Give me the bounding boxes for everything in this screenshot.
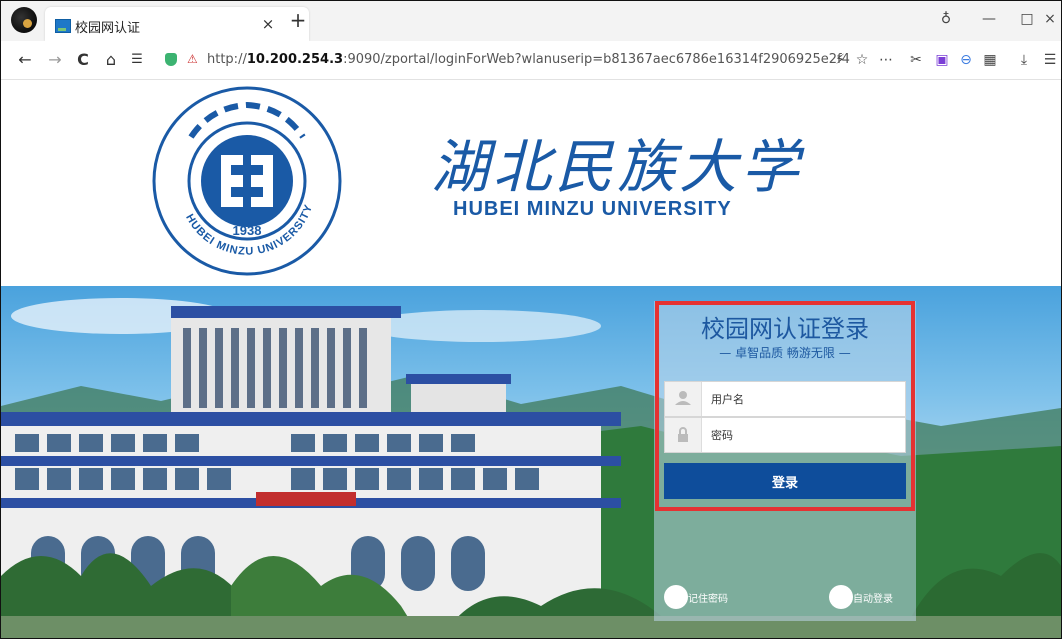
close-window-button[interactable]: × <box>1039 5 1061 33</box>
menu-dots-icon[interactable]: ⋯ <box>877 50 895 70</box>
forward-button[interactable]: → <box>45 50 65 70</box>
password-input[interactable] <box>709 426 893 446</box>
navigation-bar: ← → C ⌂ ☰ ⚠ http://10.200.254.3:9090/zpo… <box>1 41 1061 80</box>
auto-login-radio[interactable] <box>829 585 853 609</box>
reload-button[interactable]: C <box>73 50 93 70</box>
password-field[interactable] <box>664 417 906 453</box>
remember-password-radio[interactable] <box>664 585 688 609</box>
profile-avatar[interactable] <box>11 7 37 33</box>
new-tab-button[interactable]: + <box>287 9 309 31</box>
university-seal-logo: 1938 HUBEI MINZU UNIVERSITY <box>152 86 342 276</box>
insecure-icon[interactable]: ⚠ <box>187 52 198 66</box>
university-name-en: HUBEI MINZU UNIVERSITY <box>453 198 732 220</box>
translate-icon[interactable]: ⊖ <box>957 50 975 70</box>
remember-password-label: 记住密码 <box>688 594 728 605</box>
user-icon <box>665 382 702 416</box>
tab-close-button[interactable]: × <box>259 15 277 33</box>
login-button[interactable]: 登录 <box>664 463 906 499</box>
seal-year: 1938 <box>233 223 262 238</box>
minimize-button[interactable]: — <box>969 5 1009 33</box>
collections-icon[interactable]: ♁ <box>926 5 966 33</box>
auto-login-label: 自动登录 <box>853 594 893 605</box>
star-icon[interactable]: ☆ <box>853 50 871 70</box>
reading-mode-button[interactable]: ☰ <box>127 50 147 70</box>
username-field[interactable] <box>664 381 906 417</box>
site-header: 1938 HUBEI MINZU UNIVERSITY 湖北民族大学 HUBEI… <box>1 80 1061 286</box>
login-title: 校园网认证登录 <box>701 315 869 343</box>
apps-icon[interactable]: ▦ <box>981 50 999 70</box>
address-bar[interactable]: ⚠ http://10.200.254.3:9090/zportal/login… <box>159 47 899 73</box>
tab-title: 校园网认证 <box>75 21 141 36</box>
university-name-cn: 湖北民族大学 <box>431 133 804 201</box>
browser-menu-icon[interactable]: ☰ <box>1041 50 1059 70</box>
tab-active[interactable]: 校园网认证 × <box>45 7 309 41</box>
browser-window: 校园网认证 × + ♁ — □ × ← → C ⌂ ☰ ⚠ http://10.… <box>0 0 1062 639</box>
shield-icon[interactable] <box>165 53 177 66</box>
username-input[interactable] <box>709 390 893 410</box>
login-card: 校园网认证登录 — 卓智品质 畅游无限 — 登录 <box>654 301 916 621</box>
favicon-icon <box>55 19 71 33</box>
url-text[interactable]: http://10.200.254.3:9090/zportal/loginFo… <box>207 52 850 67</box>
download-icon[interactable]: ⤓ <box>1015 50 1033 70</box>
extension-icon[interactable]: ▣ <box>933 50 951 70</box>
scissors-icon[interactable]: ✂ <box>907 50 925 70</box>
back-button[interactable]: ← <box>15 50 35 70</box>
login-slogan: — 卓智品质 畅游无限 — <box>719 346 851 360</box>
tab-strip: 校园网认证 × + ♁ — □ × <box>1 1 1061 41</box>
lock-icon <box>665 418 702 452</box>
home-button[interactable]: ⌂ <box>101 50 121 70</box>
bolt-icon[interactable]: ⚡ <box>831 50 849 70</box>
